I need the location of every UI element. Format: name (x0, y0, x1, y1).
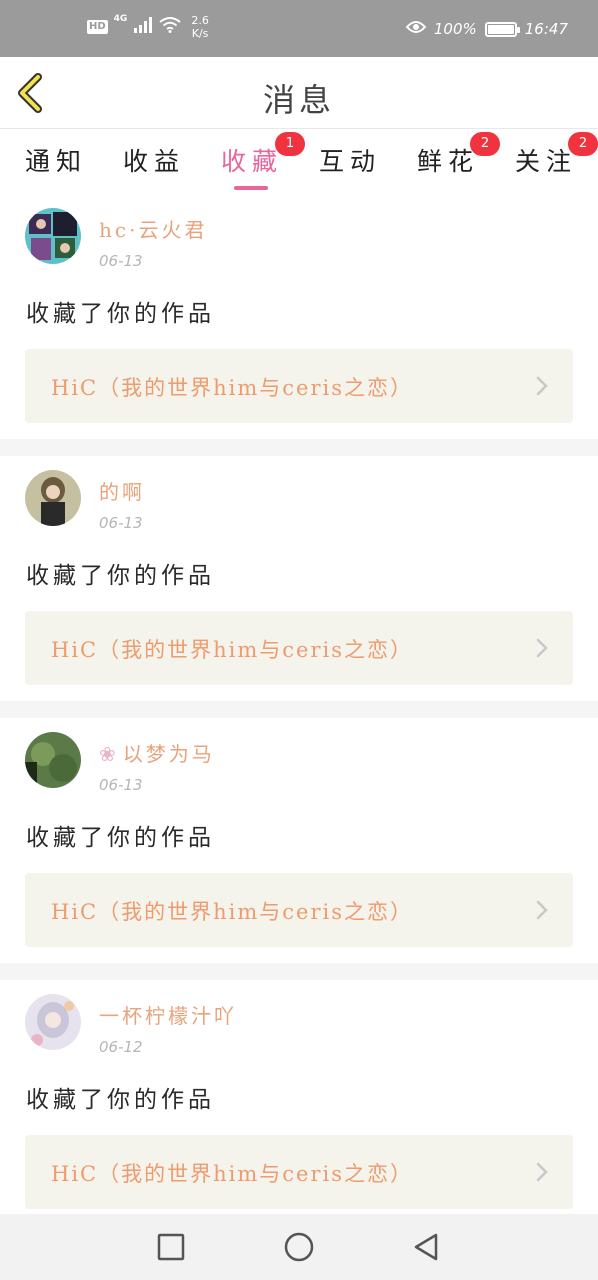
circle-icon (284, 1232, 314, 1262)
card-divider (0, 963, 598, 980)
system-nav-bar (0, 1214, 598, 1280)
message-date: 06-13 (99, 776, 143, 794)
work-link[interactable]: HiC（我的世界him与ceris之恋） (25, 349, 573, 423)
tab-bar: 通知 收益 收藏 1 互动 鲜花 2 关注 2 (0, 130, 598, 194)
triangle-back-icon (414, 1233, 438, 1261)
work-link[interactable]: HiC（我的世界him与ceris之恋） (25, 873, 573, 947)
message-card: ❀ 以梦为马 06-13 收藏了你的作品 HiC（我的世界him与ceris之恋） (0, 718, 598, 963)
action-text: 收藏了你的作品 (26, 1087, 215, 1113)
avatar[interactable] (25, 470, 81, 526)
message-card: 一杯柠檬汁吖 06-12 收藏了你的作品 HiC（我的世界him与ceris之恋… (0, 980, 598, 1225)
message-card: 的啊 06-13 收藏了你的作品 HiC（我的世界him与ceris之恋） (0, 456, 598, 701)
tab-notifications[interactable]: 通知 (25, 142, 87, 178)
chevron-right-icon (536, 900, 548, 920)
work-link[interactable]: HiC（我的世界him与ceris之恋） (25, 611, 573, 685)
battery-percent: 100% (433, 20, 477, 38)
avatar[interactable] (25, 994, 81, 1050)
tab-favorites[interactable]: 收藏 1 (221, 132, 305, 178)
avatar[interactable] (25, 732, 81, 788)
battery-fill (487, 24, 514, 34)
username[interactable]: hc·云火君 (99, 214, 207, 243)
tab-interactions[interactable]: 互动 (319, 142, 381, 178)
message-date: 06-13 (99, 514, 143, 532)
username[interactable]: ❀ 以梦为马 (99, 738, 215, 767)
wifi-icon (159, 17, 181, 37)
title-bar: 消息 (0, 57, 598, 129)
tab-flowers-badge: 2 (470, 132, 500, 156)
status-left: HD 4G 2.6 K/s (87, 14, 209, 40)
network-speed: 2.6 K/s (191, 14, 209, 40)
card-divider (0, 701, 598, 718)
tab-earnings[interactable]: 收益 (123, 142, 185, 178)
work-title: HiC（我的世界him与ceris之恋） (51, 638, 413, 662)
message-date: 06-12 (99, 1038, 143, 1056)
signal-icon (133, 17, 153, 37)
work-title: HiC（我的世界him与ceris之恋） (51, 1162, 413, 1186)
tab-follows[interactable]: 关注 2 (515, 132, 598, 178)
action-text: 收藏了你的作品 (26, 301, 215, 327)
message-list: hc·云火君 06-13 收藏了你的作品 HiC（我的世界him与ceris之恋… (0, 194, 598, 1225)
tab-favorites-badge: 1 (275, 132, 305, 156)
action-text: 收藏了你的作品 (26, 825, 215, 851)
home-button[interactable] (283, 1231, 315, 1263)
battery-icon (484, 21, 520, 37)
tab-follows-badge: 2 (568, 132, 598, 156)
username[interactable]: 一杯柠檬汁吖 (99, 1000, 237, 1029)
active-tab-indicator (234, 186, 268, 190)
eye-icon (405, 20, 427, 38)
chevron-right-icon (536, 1162, 548, 1182)
work-title: HiC（我的世界him与ceris之恋） (51, 900, 413, 924)
work-title: HiC（我的世界him与ceris之恋） (51, 376, 413, 400)
status-bar: HD 4G 2.6 K/s 100% 16:47 (0, 0, 598, 57)
page-title: 消息 (262, 81, 335, 119)
username[interactable]: 的啊 (99, 476, 145, 505)
avatar[interactable] (25, 208, 81, 264)
chevron-right-icon (536, 638, 548, 658)
action-text: 收藏了你的作品 (26, 563, 215, 589)
message-date: 06-13 (99, 252, 143, 270)
message-card: hc·云火君 06-13 收藏了你的作品 HiC（我的世界him与ceris之恋… (0, 194, 598, 439)
hd-indicator: HD (87, 20, 108, 34)
clock: 16:47 (524, 20, 568, 38)
flower-icon: ❀ (99, 742, 119, 766)
network-type: 4G (113, 14, 128, 24)
work-link[interactable]: HiC（我的世界him与ceris之恋） (25, 1135, 573, 1209)
card-divider (0, 439, 598, 456)
status-right: 100% 16:47 (405, 20, 568, 38)
tab-flowers[interactable]: 鲜花 2 (417, 132, 500, 178)
square-icon (157, 1233, 185, 1261)
recent-apps-button[interactable] (155, 1231, 187, 1263)
back-nav-button[interactable] (410, 1231, 442, 1263)
chevron-right-icon (536, 376, 548, 396)
